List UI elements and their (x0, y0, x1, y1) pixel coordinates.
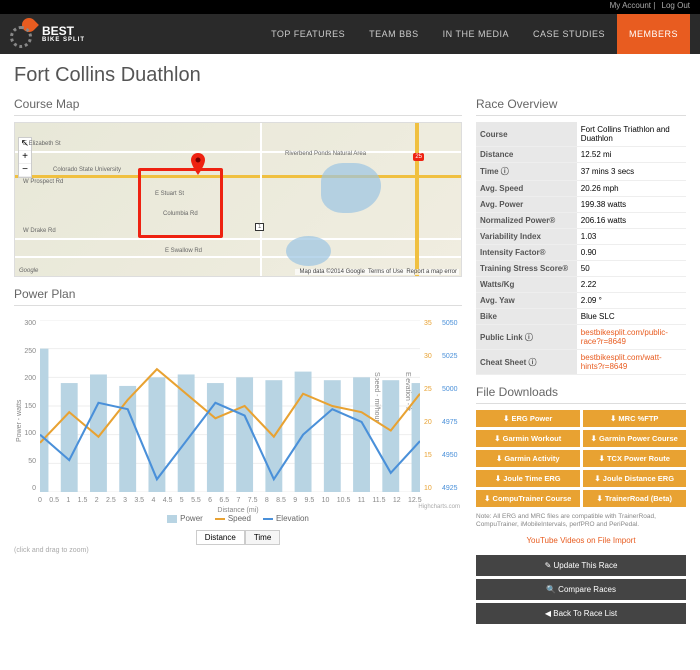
youtube-link[interactable]: YouTube Videos on File Import (476, 536, 686, 545)
overview-heading: Race Overview (476, 97, 686, 116)
map-label: E Elizabeth St (23, 141, 61, 147)
map-pin-icon (190, 153, 206, 169)
downloads-heading: File Downloads (476, 385, 686, 404)
download-trainerroad-beta-[interactable]: ⬇ TrainerRoad (Beta) (583, 490, 687, 507)
overview-row: Avg. Speed20.26 mph (476, 181, 686, 197)
route-shield-icon: 1 (255, 223, 264, 231)
overview-row: Variability Index1.03 (476, 229, 686, 245)
action-button[interactable]: ✎ Update This Race (476, 555, 686, 576)
map-label: W Prospect Rd (23, 179, 63, 185)
x-axis-toggle: DistanceTime (14, 527, 462, 545)
action-button[interactable]: ◀ Back To Race List (476, 603, 686, 624)
brand-name: BEST (42, 25, 85, 37)
overview-row: Avg. Power199.38 watts (476, 197, 686, 213)
my-account-link[interactable]: My Account (610, 1, 651, 10)
map-label: E Swallow Rd (165, 248, 202, 254)
overview-row: Public Link ⓘbestbikesplit.com/public-ra… (476, 325, 686, 350)
map-heading: Course Map (14, 97, 462, 116)
google-logo: Google (19, 268, 38, 274)
overview-row: Time ⓘ37 mins 3 secs (476, 163, 686, 181)
overview-row: Normalized Power®206.16 watts (476, 213, 686, 229)
download-garmin-power-course[interactable]: ⬇ Garmin Power Course (583, 430, 687, 447)
toggle-time[interactable]: Time (245, 530, 280, 545)
download-mrc-ftp[interactable]: ⬇ MRC %FTP (583, 410, 687, 427)
power-chart[interactable]: Power - watts Speed - mi/hour Elevation … (14, 312, 462, 512)
overview-row: CourseFort Collins Triathlon and Duathlo… (476, 122, 686, 147)
nav-members[interactable]: MEMBERS (617, 14, 690, 54)
map-label: Columbia Rd (163, 211, 198, 217)
report-link[interactable]: Report a map error (406, 269, 457, 275)
power-plan-heading: Power Plan (14, 287, 462, 306)
overview-link[interactable]: bestbikesplit.com/public-race?r=8649 (581, 328, 668, 346)
overview-row: Distance12.52 mi (476, 147, 686, 163)
logo-icon (10, 20, 38, 48)
overview-row: Cheat Sheet ⓘbestbikesplit.com/watt-hint… (476, 350, 686, 375)
chart-legend: Power Speed Elevation (14, 514, 462, 523)
overview-table: CourseFort Collins Triathlon and Duathlo… (476, 122, 686, 375)
nav-case-studies[interactable]: CASE STUDIES (521, 14, 617, 54)
download-garmin-activity[interactable]: ⬇ Garmin Activity (476, 450, 580, 467)
download-garmin-workout[interactable]: ⬇ Garmin Workout (476, 430, 580, 447)
page-title: Fort Collins Duathlon (14, 64, 686, 87)
downloads-note: Note: All ERG and MRC files are compatib… (476, 513, 686, 530)
overview-row: Watts/Kg2.22 (476, 277, 686, 293)
download-joule-time-erg[interactable]: ⬇ Joule Time ERG (476, 470, 580, 487)
course-map[interactable]: ↖+− Colorado State University Riverbend … (14, 122, 462, 277)
toggle-distance[interactable]: Distance (196, 530, 245, 545)
nav-top-features[interactable]: TOP FEATURES (259, 14, 357, 54)
download-joule-distance-erg[interactable]: ⬇ Joule Distance ERG (583, 470, 687, 487)
download-grid: ⬇ ERG Power⬇ MRC %FTP⬇ Garmin Workout⬇ G… (476, 410, 686, 507)
route-overlay (138, 168, 223, 238)
main-header: BEST BIKE SPLIT TOP FEATURESTEAM BBSIN T… (0, 14, 700, 54)
brand-logo[interactable]: BEST BIKE SPLIT (10, 20, 85, 48)
map-label: Colorado State University (53, 167, 121, 173)
brand-subtitle: BIKE SPLIT (42, 37, 85, 43)
map-label: Riverbend Ponds Natural Area (285, 151, 366, 157)
map-label: E Stuart St (155, 191, 184, 197)
x-axis-label: Distance (mi) (217, 507, 258, 514)
overview-row: Training Stress Score®50 (476, 261, 686, 277)
overview-row: BikeBlue SLC (476, 309, 686, 325)
race-actions: ✎ Update This Race 🔍 Compare Races ◀ Back … (476, 555, 686, 624)
chart-credit: Highcharts.com (418, 504, 460, 510)
map-label: W Drake Rd (23, 228, 56, 234)
overview-row: Intensity Factor®0.90 (476, 245, 686, 261)
top-utility-bar: My Account | Log Out (0, 0, 700, 14)
download-tcx-power-route[interactable]: ⬇ TCX Power Route (583, 450, 687, 467)
nav-team-bbs[interactable]: TEAM BBS (357, 14, 431, 54)
highway-shield-icon: 25 (413, 153, 424, 161)
terms-link[interactable]: Terms of Use (368, 269, 403, 275)
nav-in-the-media[interactable]: IN THE MEDIA (431, 14, 521, 54)
download-erg-power[interactable]: ⬇ ERG Power (476, 410, 580, 427)
main-nav: TOP FEATURESTEAM BBSIN THE MEDIACASE STU… (259, 14, 690, 54)
zoom-hint: (click and drag to zoom) (14, 547, 462, 554)
overview-row: Avg. Yaw2.09 ° (476, 293, 686, 309)
logout-link[interactable]: Log Out (662, 1, 690, 10)
overview-link[interactable]: bestbikesplit.com/watt-hints?r=8649 (581, 353, 662, 371)
map-attribution: Map data ©2014 GoogleTerms of UseReport … (295, 269, 460, 275)
download-computrainer-course[interactable]: ⬇ CompuTrainer Course (476, 490, 580, 507)
action-button[interactable]: 🔍 Compare Races (476, 579, 686, 600)
